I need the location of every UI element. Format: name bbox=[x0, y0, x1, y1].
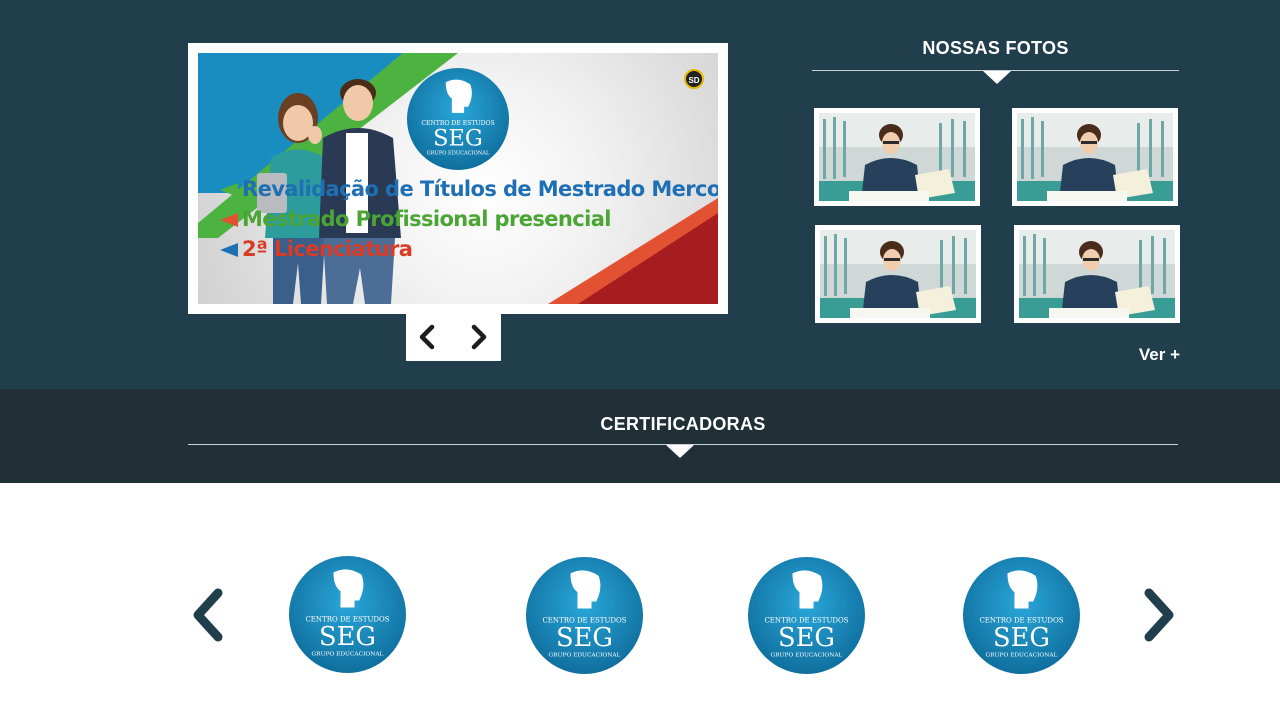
svg-text:SEG: SEG bbox=[778, 623, 835, 653]
seg-logo: CENTRO DE ESTUDOS SEG GRUPO EDUCACIONAL bbox=[407, 68, 509, 170]
chevron-right-icon bbox=[1144, 588, 1174, 642]
certificadora-logo[interactable]: CENTRO DE ESTUDOS SEG GRUPO EDUCACIONAL bbox=[748, 557, 865, 674]
arrow-marker-icon bbox=[220, 213, 238, 227]
featured-section: CENTRO DE ESTUDOS SEG GRUPO EDUCACIONAL … bbox=[0, 0, 1280, 389]
certificadora-logo[interactable]: CENTRO DE ESTUDOS SEG GRUPO EDUCACIONAL bbox=[289, 556, 406, 673]
banner-slider[interactable]: CENTRO DE ESTUDOS SEG GRUPO EDUCACIONAL … bbox=[188, 43, 728, 314]
student-photo bbox=[1017, 113, 1173, 201]
seg-logo: CENTRO DE ESTUDOS SEG GRUPO EDUCACIONAL bbox=[526, 557, 643, 674]
certificadora-logo[interactable]: CENTRO DE ESTUDOS SEG GRUPO EDUCACIONAL bbox=[526, 557, 643, 674]
svg-text:GRUPO EDUCACIONAL: GRUPO EDUCACIONAL bbox=[986, 652, 1058, 658]
banner-line-mestrado: Mestrado Profissional presencial bbox=[220, 207, 611, 231]
banner-slide[interactable]: CENTRO DE ESTUDOS SEG GRUPO EDUCACIONAL … bbox=[198, 53, 718, 304]
photos-divider-notch bbox=[983, 71, 1011, 84]
photo-thumb[interactable] bbox=[1014, 225, 1180, 323]
photo-thumb[interactable] bbox=[815, 225, 981, 323]
photo-thumb[interactable] bbox=[1012, 108, 1178, 206]
photo-thumb[interactable] bbox=[814, 108, 980, 206]
seg-logo: CENTRO DE ESTUDOS SEG GRUPO EDUCACIONAL bbox=[289, 556, 406, 673]
student-photo bbox=[819, 113, 975, 201]
slider-next-button[interactable] bbox=[464, 323, 492, 351]
seg-logo: CENTRO DE ESTUDOS SEG GRUPO EDUCACIONAL bbox=[748, 557, 865, 674]
svg-text:GRUPO EDUCACIONAL: GRUPO EDUCACIONAL bbox=[549, 652, 621, 658]
svg-text:SEG: SEG bbox=[319, 622, 376, 652]
carousel-next-button[interactable] bbox=[1139, 585, 1179, 645]
banner-line-revalidacao: Revalidação de Títulos de Mestrado Merco… bbox=[220, 177, 718, 201]
arrow-marker-icon bbox=[220, 243, 238, 257]
seg-logo: CENTRO DE ESTUDOS SEG GRUPO EDUCACIONAL bbox=[963, 557, 1080, 674]
sd-badge: SD bbox=[684, 69, 704, 89]
photos-title: NOSSAS FOTOS bbox=[922, 38, 1069, 58]
svg-text:GRUPO EDUCACIONAL: GRUPO EDUCACIONAL bbox=[771, 652, 843, 658]
svg-text:SEG: SEG bbox=[433, 126, 483, 152]
svg-text:SEG: SEG bbox=[993, 623, 1050, 653]
chevron-left-icon bbox=[419, 324, 435, 350]
svg-text:SEG: SEG bbox=[556, 623, 613, 653]
certificadoras-header: CERTIFICADORAS bbox=[0, 389, 1280, 483]
student-photo bbox=[1019, 230, 1175, 318]
chevron-left-icon bbox=[193, 588, 223, 642]
certificadoras-title: CERTIFICADORAS bbox=[600, 414, 766, 434]
svg-text:GRUPO EDUCACIONAL: GRUPO EDUCACIONAL bbox=[427, 151, 490, 157]
student-photo bbox=[820, 230, 976, 318]
arrow-marker-icon bbox=[220, 183, 238, 197]
certificadora-logo[interactable]: CENTRO DE ESTUDOS SEG GRUPO EDUCACIONAL bbox=[963, 557, 1080, 674]
slider-nav bbox=[406, 313, 501, 361]
chevron-right-icon bbox=[471, 324, 487, 350]
svg-text:GRUPO EDUCACIONAL: GRUPO EDUCACIONAL bbox=[312, 651, 384, 657]
certificadoras-divider-notch bbox=[666, 445, 694, 458]
slider-prev-button[interactable] bbox=[414, 323, 442, 351]
see-more-link[interactable]: Ver + bbox=[1120, 345, 1180, 365]
banner-line-licenciatura: 2ª Licenciatura bbox=[220, 237, 413, 261]
carousel-prev-button[interactable] bbox=[188, 585, 228, 645]
